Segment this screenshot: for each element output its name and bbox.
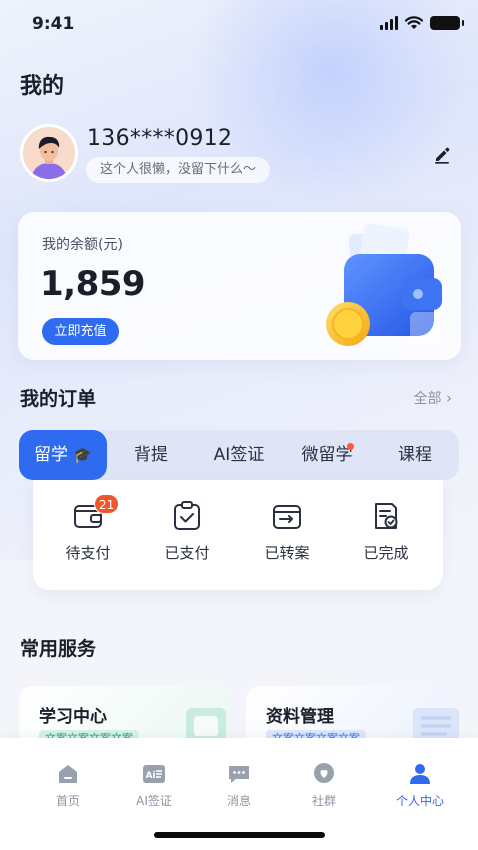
service-title: 资料管理 [266, 707, 334, 727]
wifi-icon [405, 16, 423, 29]
transfer-box-icon [273, 505, 301, 529]
battery-icon [430, 16, 464, 30]
notification-dot [347, 443, 354, 450]
tab-backpack-upgrade[interactable]: 背提 [107, 430, 195, 480]
user-icon [410, 764, 430, 784]
tabbar-label: 社群 [311, 794, 336, 808]
profile-section: 136****0912 这个人很懒，没留下什么～ [20, 124, 460, 184]
document-check-icon [375, 503, 398, 529]
orders-all-link[interactable]: 全部 › [414, 388, 452, 408]
svg-text:Ai: Ai [146, 771, 156, 781]
tabbar-profile[interactable]: 个人中心 [380, 762, 460, 809]
service-title: 学习中心 [39, 707, 107, 727]
order-status-label: 已支付 [164, 544, 210, 562]
recharge-button[interactable]: 立即充值 [42, 318, 119, 345]
chevron-right-icon: › [446, 389, 452, 407]
tabbar-label: AI签证 [136, 794, 172, 808]
order-status-label: 已转案 [264, 544, 310, 562]
services-title: 常用服务 [20, 638, 97, 660]
avatar[interactable] [20, 124, 78, 182]
tab-study-abroad[interactable]: 留学 🎓 [19, 430, 107, 480]
tabbar-label: 首页 [55, 794, 80, 808]
order-tabs: 留学 🎓 背提 AI签证 微留学 课程 [19, 430, 459, 480]
page-title: 我的 [20, 74, 65, 99]
tabbar-ai-visa[interactable]: Ai AI签证 [114, 762, 194, 809]
wallet-illustration [326, 224, 442, 346]
cellular-signal-icon [380, 16, 398, 30]
tabbar-community[interactable]: 社群 [284, 762, 364, 809]
tab-courses[interactable]: 课程 [371, 430, 459, 480]
status-time: 9:41 [32, 14, 75, 34]
order-status-label: 待支付 [65, 544, 111, 562]
tabbar-label: 个人中心 [395, 794, 444, 808]
status-bar: 9:41 [0, 0, 478, 50]
tabbar-home[interactable]: 首页 [28, 762, 108, 809]
balance-value: 1,859 [40, 264, 146, 304]
orders-title: 我的订单 [20, 388, 97, 410]
user-bio: 这个人很懒，没留下什么～ [86, 157, 271, 183]
tab-micro-study[interactable]: 微留学 [283, 430, 371, 480]
order-status-transferred[interactable]: 已转案 [247, 500, 327, 563]
order-status-pending-payment[interactable]: 21 待支付 [48, 494, 128, 563]
tabbar-messages[interactable]: 消息 [199, 762, 279, 809]
edit-icon[interactable] [432, 144, 452, 164]
clipboard-check-icon [174, 501, 200, 530]
ai-visa-icon: Ai [143, 765, 165, 783]
pending-count-badge: 21 [94, 494, 120, 514]
home-indicator [154, 832, 325, 838]
balance-card: 我的余额(元) 1,859 立即充值 [18, 212, 461, 360]
balance-label: 我的余额(元) [42, 237, 123, 253]
graduation-cap-icon: 🎓 [73, 446, 93, 464]
avatar-illustration [23, 127, 75, 179]
tab-label: 留学 [33, 445, 68, 465]
tab-label: 微留学 [301, 445, 353, 465]
tab-ai-visa[interactable]: AI签证 [195, 430, 283, 480]
user-phone: 136****0912 [87, 126, 233, 151]
orders-all-label: 全部 [413, 391, 442, 407]
home-icon [59, 765, 77, 783]
status-icons [380, 16, 464, 30]
order-status-label: 已完成 [363, 544, 409, 562]
order-status-panel: 21 待支付 已支付 已转案 已完成 [33, 480, 443, 590]
community-icon [314, 763, 334, 783]
message-icon [229, 766, 249, 783]
order-status-paid[interactable]: 已支付 [147, 500, 227, 563]
tabbar-label: 消息 [226, 794, 251, 808]
order-status-completed[interactable]: 已完成 [346, 500, 426, 563]
